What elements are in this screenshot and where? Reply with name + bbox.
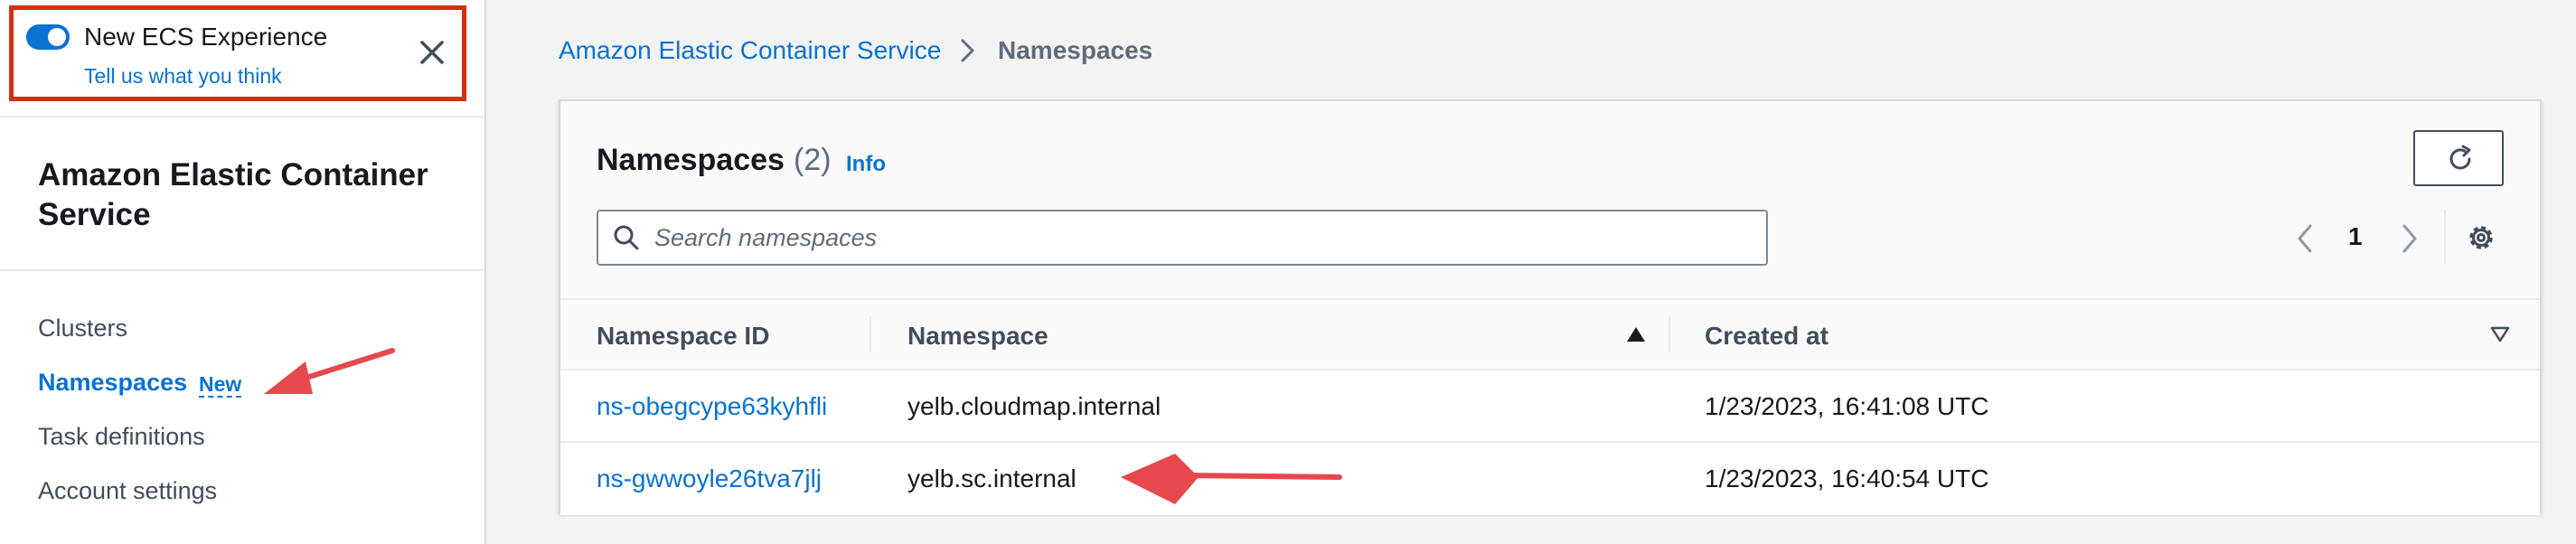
sidebar-item-namespaces[interactable]: Namespaces [38,369,187,397]
chevron-right-icon [961,39,974,62]
chevron-right-icon[interactable] [2399,222,2421,255]
table-row[interactable]: ns-gwwoyle26tva7jlj yelb.sc.internal 1/2… [560,443,2540,515]
close-icon[interactable] [417,37,447,68]
sidebar-item-clusters[interactable]: Clusters [38,314,127,342]
panel-title: Namespaces [597,143,785,177]
page-number[interactable]: 1 [2348,222,2363,251]
toggle-knob [48,28,66,46]
namespace-name: yelb.cloudmap.internal [907,392,1161,420]
pager-divider [2444,210,2446,264]
feedback-link[interactable]: Tell us what you think [84,64,282,89]
sidebar: New ECS Experience Tell us what you thin… [0,0,486,544]
sort-descending-icon[interactable] [2489,325,2511,343]
new-badge[interactable]: New [199,372,242,398]
table-header: Namespace ID Namespace Created at [560,298,2540,370]
created-at: 1/23/2023, 16:41:08 UTC [1705,392,1989,420]
refresh-icon [2449,145,2471,170]
breadcrumb-current: Namespaces [998,36,1153,64]
column-header-created-at[interactable]: Created at [1705,322,1829,351]
breadcrumb-ecs-link[interactable]: Amazon Elastic Container Service [559,36,941,65]
column-resizer[interactable] [1669,316,1670,352]
annotation-arrow-icon [264,348,395,394]
search-namespaces-field[interactable] [597,210,1768,266]
new-experience-label: New ECS Experience [84,23,328,51]
namespace-id-link[interactable]: ns-obegcype63kyhfli [597,392,827,421]
column-resizer[interactable] [870,316,871,352]
sidebar-item-account-settings[interactable]: Account settings [38,477,217,505]
sidebar-divider [0,116,484,117]
column-header-namespace[interactable]: Namespace [907,322,1048,351]
namespace-name: yelb.sc.internal [907,464,1076,492]
new-experience-toggle[interactable] [26,24,70,50]
panel-header: Namespaces (2) Info 1 [560,101,2540,298]
namespaces-panel: Namespaces (2) Info 1 [559,99,2542,515]
service-title: Amazon Elastic Container Service [38,157,428,232]
panel-count: (2) [794,143,832,177]
sidebar-divider [0,269,484,271]
table-row[interactable]: ns-obegcype63kyhfli yelb.cloudmap.intern… [560,370,2540,443]
search-icon [614,225,639,250]
chevron-left-icon[interactable] [2294,222,2316,255]
sort-ascending-icon[interactable] [1625,325,1647,343]
gear-icon[interactable] [2464,220,2498,255]
namespace-id-link[interactable]: ns-gwwoyle26tva7jlj [597,464,822,493]
refresh-button[interactable] [2413,130,2504,186]
info-link[interactable]: Info [846,152,886,177]
sidebar-item-task-definitions[interactable]: Task definitions [38,423,205,451]
created-at: 1/23/2023, 16:40:54 UTC [1705,464,1989,492]
column-header-namespace-id[interactable]: Namespace ID [597,322,769,351]
search-input[interactable] [653,219,1741,257]
new-experience-banner: New ECS Experience Tell us what you thin… [9,5,466,101]
